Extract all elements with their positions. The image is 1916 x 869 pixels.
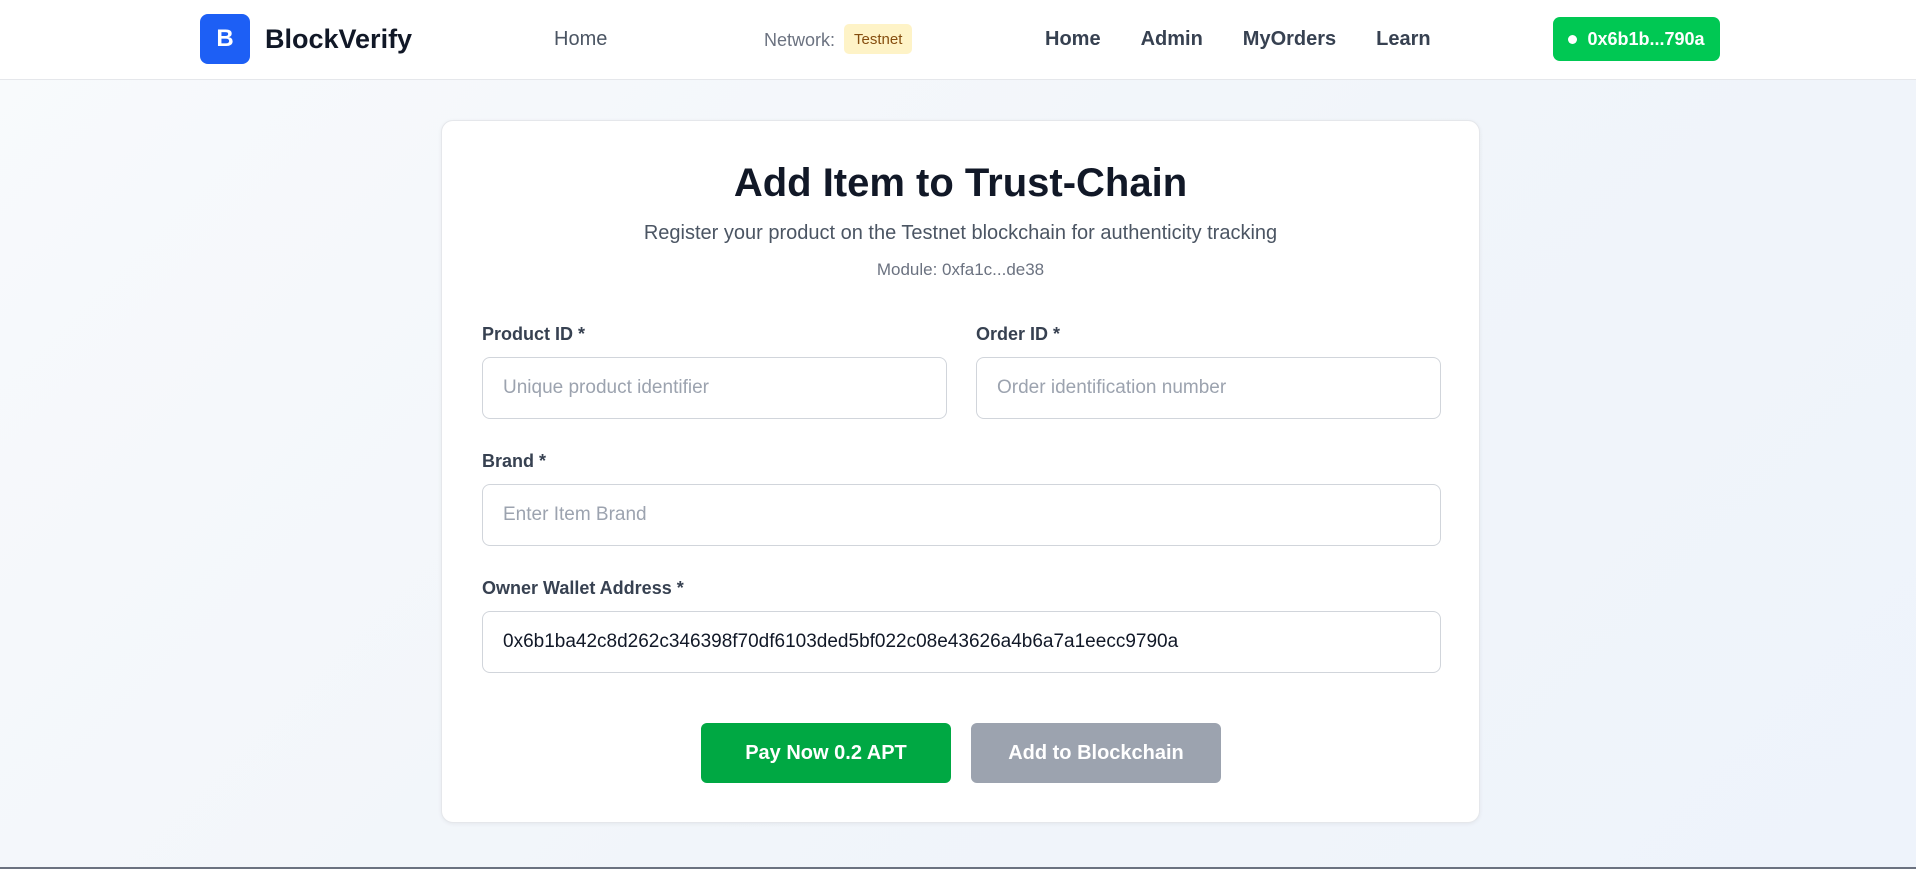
- nav-link-home[interactable]: Home: [1045, 28, 1101, 51]
- page-title: Add Item to Trust-Chain: [733, 161, 1188, 205]
- owner-wallet-input[interactable]: [482, 611, 1441, 673]
- nav-link-learn[interactable]: Learn: [1376, 28, 1430, 51]
- page-subtitle: Register your product on the Testnet blo…: [643, 222, 1278, 244]
- wallet-button[interactable]: 0x6b1b...790a: [1553, 17, 1720, 61]
- add-item-card: Add Item to Trust-Chain Register your pr…: [441, 120, 1480, 823]
- connected-dot-icon: [1568, 34, 1578, 44]
- top-navbar: B BlockVerify Home Network: Testnet Home…: [0, 0, 1916, 80]
- network-label: Network:: [764, 30, 836, 50]
- pay-now-button[interactable]: Pay Now 0.2 APT: [701, 723, 951, 783]
- brand-input[interactable]: [482, 484, 1441, 546]
- owner-wallet-label: Owner Wallet Address *: [482, 578, 684, 598]
- product-id-label: Product ID *: [482, 324, 586, 344]
- order-id-input[interactable]: [976, 357, 1441, 419]
- network-badge: Testnet: [844, 24, 913, 54]
- brand-name[interactable]: BlockVerify: [265, 24, 412, 55]
- order-id-label: Order ID *: [976, 324, 1061, 344]
- nav-link-admin[interactable]: Admin: [1141, 28, 1203, 51]
- module-address: Module: 0xfa1c...de38: [876, 260, 1045, 279]
- brand-label: Brand *: [482, 451, 547, 471]
- add-to-blockchain-button[interactable]: Add to Blockchain: [971, 723, 1221, 783]
- nav-link-myorders[interactable]: MyOrders: [1243, 28, 1336, 51]
- nav-links: Home Admin MyOrders Learn: [1045, 28, 1431, 51]
- nav-home-link-secondary[interactable]: Home: [554, 28, 607, 51]
- wallet-address-short: 0x6b1b...790a: [1587, 28, 1705, 49]
- logo-icon[interactable]: B: [200, 14, 250, 64]
- product-id-input[interactable]: [482, 357, 947, 419]
